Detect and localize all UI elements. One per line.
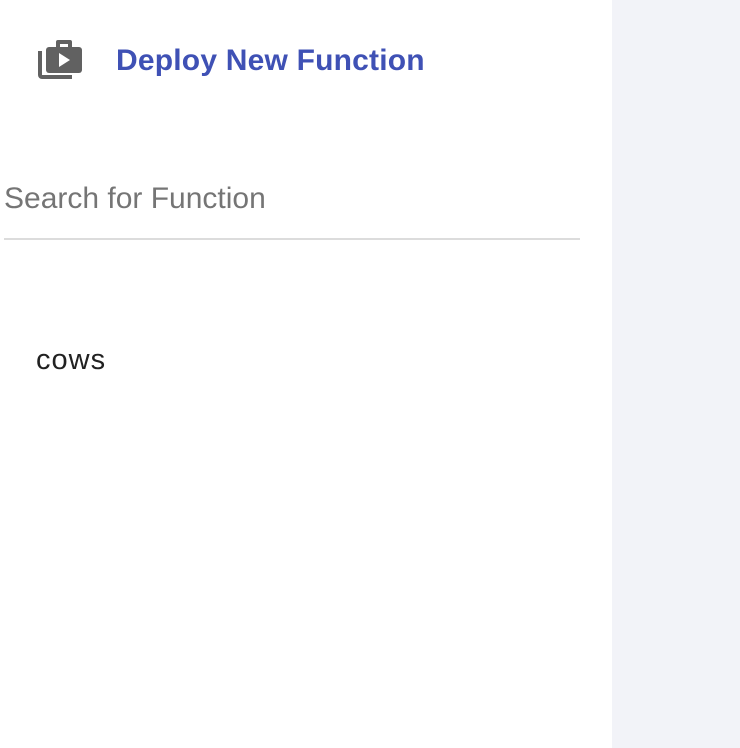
- sidebar: Deploy New Function cows: [0, 0, 612, 748]
- app-window: Deploy New Function cows: [0, 0, 740, 748]
- deploy-new-function-button[interactable]: Deploy New Function: [36, 38, 425, 84]
- main-content-area: [612, 0, 740, 748]
- function-item-label: cows: [36, 343, 107, 376]
- search-input[interactable]: [4, 176, 580, 222]
- function-item-cows[interactable]: cows: [0, 320, 612, 400]
- play-briefcase-icon: [36, 37, 84, 85]
- deploy-new-function-label: Deploy New Function: [116, 44, 425, 77]
- function-list: cows: [0, 320, 612, 400]
- search-field: [4, 176, 580, 240]
